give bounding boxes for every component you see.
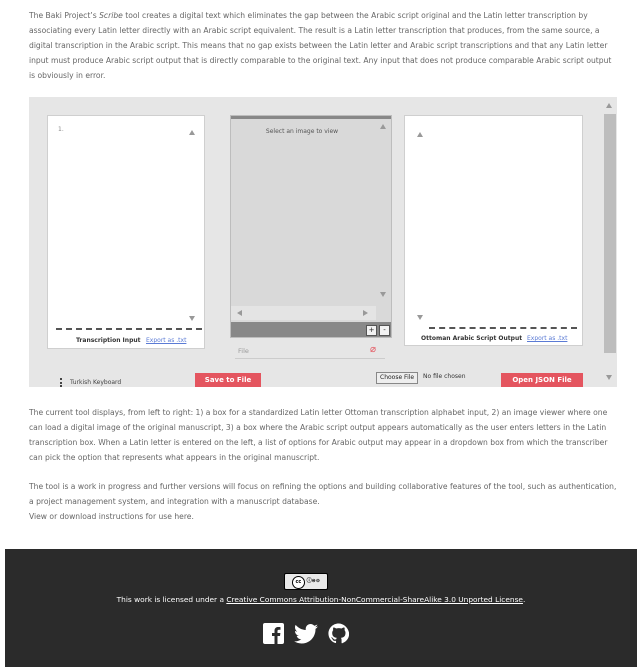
tool-name: Scribe <box>99 11 123 20</box>
intro-text-rest: tool creates a digital text which elimin… <box>29 11 612 80</box>
ottoman-scrollbar[interactable] <box>407 120 431 325</box>
scribe-tool: 1. Transcription Input Export as .txt Se… <box>29 97 617 387</box>
license-suffix: . <box>522 595 526 604</box>
image-viewer-placeholder: Select an image to view <box>265 128 339 135</box>
scroll-right-arrow-icon[interactable] <box>363 310 368 316</box>
license-prefix: This work is licensed under a <box>116 595 227 604</box>
viewer-horizontal-scrollbar[interactable] <box>231 306 376 320</box>
save-to-file-button[interactable]: Save to File <box>195 373 261 387</box>
intro-paragraph: The Baki Project’s Scribe tool creates a… <box>29 8 619 83</box>
cc-license-badge[interactable]: cc ⓘ⊜⊙ <box>284 573 328 590</box>
ottoman-scroll-up-icon[interactable] <box>417 132 423 137</box>
license-text: This work is licensed under a Creative C… <box>5 595 637 604</box>
file-placeholder: File <box>238 347 249 355</box>
export-txt-link[interactable]: Export as .txt <box>146 337 186 344</box>
no-file-chosen-label: No file chosen <box>423 373 466 380</box>
choose-file-button[interactable]: Choose File <box>376 372 419 384</box>
transcription-panel: 1. Transcription Input Export as .txt <box>47 115 205 349</box>
scroll-down-arrow-icon[interactable] <box>189 316 195 321</box>
scroll-left-arrow-icon[interactable] <box>237 310 242 316</box>
scroll-up-arrow-icon[interactable] <box>189 130 195 135</box>
paperclip-icon[interactable]: ⌀ <box>370 344 376 355</box>
facebook-icon[interactable] <box>263 623 284 644</box>
viewer-scroll-down-icon[interactable] <box>380 292 386 297</box>
ottoman-export-link[interactable]: Export as .txt <box>527 335 567 342</box>
dashed-divider <box>429 327 577 329</box>
vertical-dots-icon[interactable] <box>60 378 62 387</box>
ottoman-scroll-down-icon[interactable] <box>417 315 423 320</box>
description-paragraph: The current tool displays, from left to … <box>29 408 608 462</box>
license-link[interactable]: Creative Commons Attribution-NonCommerci… <box>226 595 523 604</box>
line-number: 1. <box>58 126 64 133</box>
image-viewer[interactable]: Select an image to view + - <box>230 115 392 338</box>
instructions-link[interactable]: View or download instructions for use he… <box>29 512 194 521</box>
ottoman-label: Ottoman Arabic Script Output <box>421 335 523 342</box>
tool-scroll-down-icon[interactable] <box>606 375 612 380</box>
file-input[interactable]: File <box>235 344 385 359</box>
dashed-divider <box>56 328 202 330</box>
transcription-label: Transcription Input <box>76 337 141 344</box>
transcription-scrollbar[interactable] <box>188 124 198 324</box>
open-json-file-button[interactable]: Open JSON File <box>501 373 583 387</box>
intro-text-start: The Baki Project’s <box>29 11 100 20</box>
tool-scrollbar[interactable] <box>603 97 617 387</box>
viewer-top-bar <box>231 116 391 119</box>
zoom-bar: + - <box>231 322 391 337</box>
zoom-out-button[interactable]: - <box>379 325 390 336</box>
transcription-input[interactable]: 1. <box>52 118 180 326</box>
ottoman-output-panel: Ottoman Arabic Script Output Export as .… <box>404 115 583 346</box>
tool-scroll-thumb[interactable] <box>604 114 616 353</box>
github-icon[interactable] <box>328 623 349 644</box>
future-text: The tool is a work in progress and furth… <box>29 482 617 506</box>
ottoman-output-area <box>433 120 578 325</box>
tool-scroll-up-icon[interactable] <box>606 103 612 108</box>
zoom-in-button[interactable]: + <box>366 325 377 336</box>
keyboard-label[interactable]: Turkish Keyboard <box>70 379 121 386</box>
viewer-scroll-up-icon[interactable] <box>380 124 386 129</box>
twitter-icon[interactable] <box>294 624 318 644</box>
future-paragraph: The tool is a work in progress and furth… <box>29 479 619 524</box>
footer: cc ⓘ⊜⊙ This work is licensed under a Cre… <box>5 549 637 667</box>
